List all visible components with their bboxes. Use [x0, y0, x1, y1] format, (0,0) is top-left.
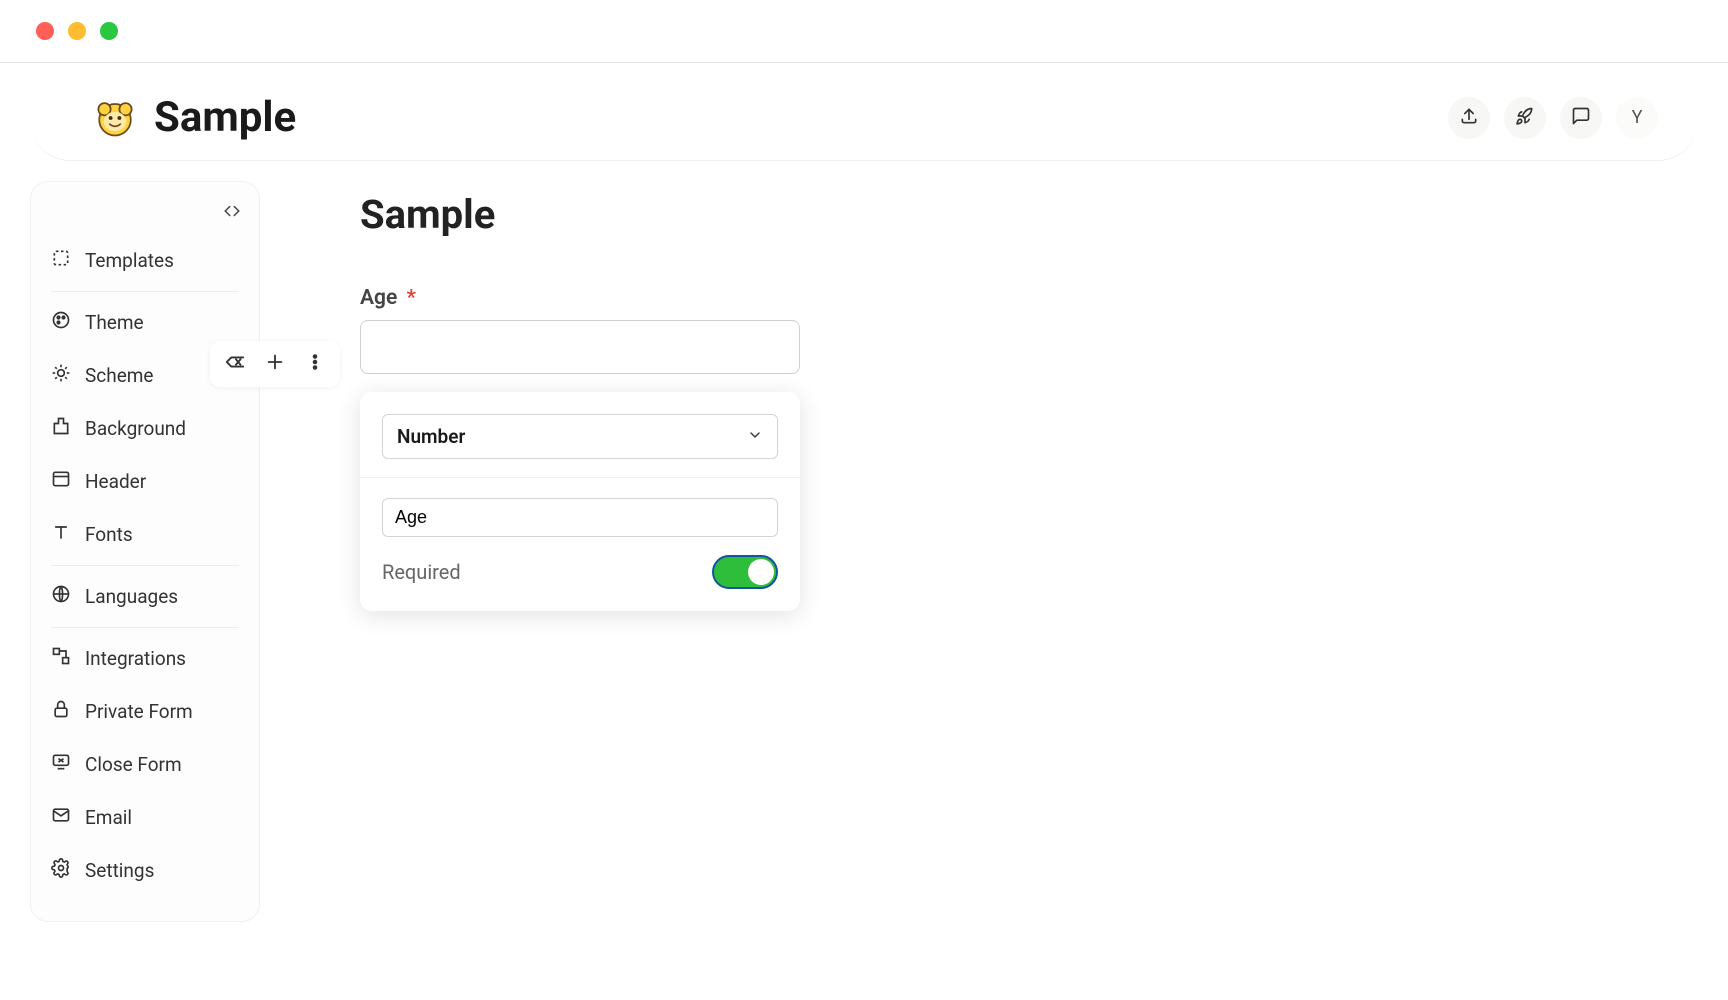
form-title: Sample [360, 191, 1698, 238]
field-type-value: Number [397, 425, 465, 448]
chevron-down-icon [747, 425, 763, 448]
sidebar-item-fonts[interactable]: Fonts [45, 508, 245, 561]
sidebar-item-label: Settings [85, 859, 154, 882]
field-label: Age * [360, 286, 800, 310]
sidebar-item-languages[interactable]: Languages [45, 570, 245, 623]
integration-icon [51, 646, 71, 671]
top-bar: Sample Y [30, 75, 1698, 161]
sidebar-item-label: Templates [85, 249, 174, 272]
window-controls [0, 0, 1728, 63]
required-toggle[interactable] [712, 555, 778, 589]
chat-icon [1571, 106, 1591, 130]
age-input[interactable] [360, 320, 800, 374]
sidebar-item-label: Header [85, 470, 146, 493]
templates-icon [51, 248, 71, 273]
sidebar-item-label: Integrations [85, 647, 186, 670]
palette-icon [51, 310, 71, 335]
form-canvas: Sample Age * Number [300, 181, 1698, 922]
field-type-select[interactable]: Number [382, 414, 778, 459]
sidebar-item-background[interactable]: Background [45, 402, 245, 455]
layout-icon [51, 469, 71, 494]
top-bar-right: Y [1448, 97, 1658, 139]
close-window-icon[interactable] [36, 22, 54, 40]
field-name-input[interactable] [382, 498, 778, 537]
sidebar: Templates Theme Scheme Background Header [30, 181, 260, 922]
share-button[interactable] [1448, 97, 1490, 139]
brush-icon [51, 416, 71, 441]
lock-icon [51, 699, 71, 724]
sidebar-item-email[interactable]: Email [45, 791, 245, 844]
form-field: Age * [360, 286, 800, 374]
delete-field-button[interactable] [224, 351, 246, 377]
chat-button[interactable] [1560, 97, 1602, 139]
field-more-button[interactable] [304, 351, 326, 377]
sun-icon [51, 363, 71, 388]
sidebar-item-label: Scheme [85, 364, 154, 387]
toggle-knob [748, 559, 774, 585]
sidebar-item-label: Fonts [85, 523, 133, 546]
sidebar-item-label: Close Form [85, 753, 182, 776]
sidebar-item-label: Background [85, 417, 186, 440]
collapse-icon[interactable] [223, 202, 241, 224]
top-bar-left: Sample [94, 93, 296, 142]
text-icon [51, 522, 71, 547]
app-logo [94, 97, 136, 139]
field-settings-popup: Number Required [360, 392, 800, 611]
sidebar-item-label: Theme [85, 311, 144, 334]
sidebar-item-templates[interactable]: Templates [45, 234, 245, 287]
monitor-x-icon [51, 752, 71, 777]
gear-icon [51, 858, 71, 883]
sidebar-item-label: Private Form [85, 700, 193, 723]
sidebar-item-header[interactable]: Header [45, 455, 245, 508]
field-label-text: Age [360, 286, 397, 310]
user-avatar[interactable]: Y [1616, 97, 1658, 139]
upload-icon [1459, 106, 1479, 130]
globe-icon [51, 584, 71, 609]
sidebar-item-integrations[interactable]: Integrations [45, 632, 245, 685]
sidebar-item-settings[interactable]: Settings [45, 844, 245, 897]
field-toolbar [210, 341, 340, 387]
sidebar-item-close-form[interactable]: Close Form [45, 738, 245, 791]
minimize-window-icon[interactable] [68, 22, 86, 40]
page-title: Sample [154, 93, 296, 142]
sidebar-item-private-form[interactable]: Private Form [45, 685, 245, 738]
add-field-button[interactable] [264, 351, 286, 377]
required-label: Required [382, 560, 461, 584]
required-marker: * [407, 286, 416, 310]
mail-icon [51, 805, 71, 830]
sidebar-item-label: Languages [85, 585, 178, 608]
sidebar-item-label: Email [85, 806, 132, 829]
publish-button[interactable] [1504, 97, 1546, 139]
rocket-icon [1515, 106, 1535, 130]
maximize-window-icon[interactable] [100, 22, 118, 40]
required-toggle-row: Required [382, 555, 778, 589]
